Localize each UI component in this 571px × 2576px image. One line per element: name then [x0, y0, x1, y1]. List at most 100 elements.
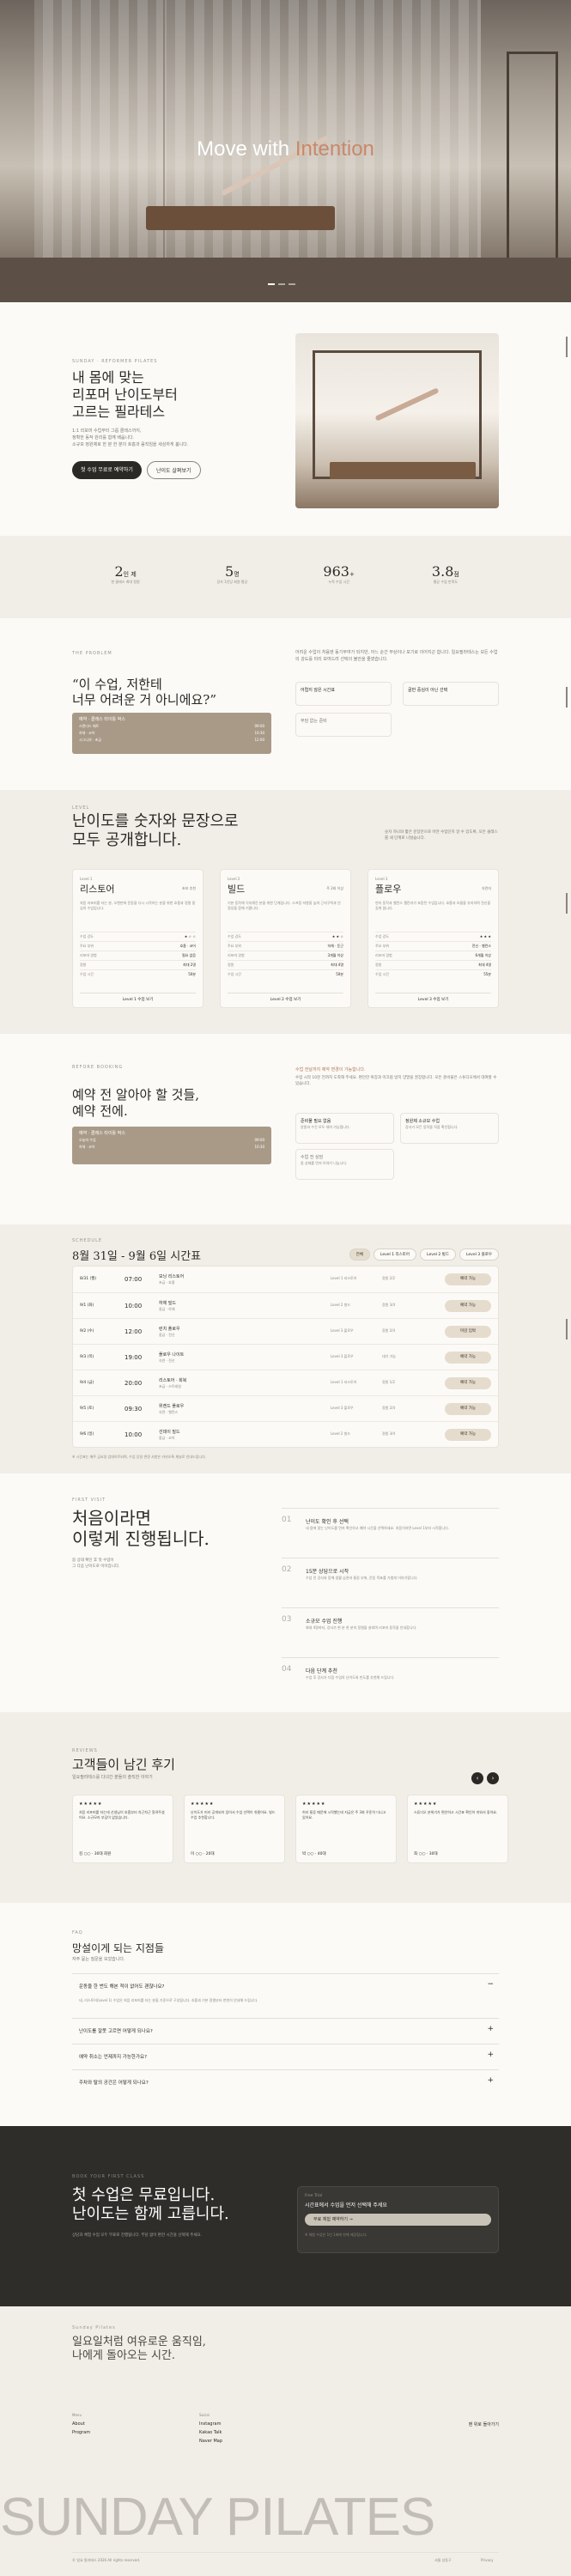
checklist-item-card: 정원제 소규모 수업 강사가 모든 동작을 직접 확인합니다. — [400, 1113, 499, 1144]
schedule-book-button[interactable]: 예약 가능 — [445, 1273, 491, 1285]
faq-item[interactable]: 운동을 한 번도 해본 적이 없어도 괜찮나요? − 네, 리스토어(Level 1… — [72, 1973, 499, 2018]
hero-dot[interactable] — [268, 283, 275, 285]
level-card-tag: 초보 추천 — [182, 886, 196, 890]
review-stars: ★★★★★ — [79, 1801, 103, 1807]
hero-dot[interactable] — [278, 283, 285, 285]
faq-item[interactable]: 주차와 탈의 공간은 어떻게 되나요? + — [72, 2069, 499, 2095]
process-heading: 처음이라면 이렇게 진행됩니다. — [72, 1508, 210, 1549]
book-free-trial-button[interactable]: 첫 수업 무료로 예약하기 — [72, 461, 142, 479]
schedule-row: 9/2 (수) 12:00 런치 플로우 중급 · 전신 Level 3 플로우 정원 2… — [73, 1318, 498, 1344]
process-eyebrow: First Visit — [72, 1498, 106, 1503]
process-step-number: 01 — [282, 1516, 292, 1524]
intro-buttons: 첫 수업 무료로 예약하기 난이도 살펴보기 — [72, 461, 201, 479]
reviews-prev-button[interactable]: ‹ — [471, 1772, 483, 1784]
schedule-time: 10:00 — [125, 1303, 143, 1309]
cta-card-label: Free Trial — [305, 2194, 323, 2198]
faq-eyebrow: FAQ — [72, 1930, 83, 1935]
reviews-next-button[interactable]: › — [487, 1772, 499, 1784]
process-step-desc: 내 몸에 맞는 난이도를 먼저 확인하고 예약 시간을 선택하세요. 처음이라면… — [306, 1526, 450, 1530]
schedule-class-sub: 초급 · 호흡 — [159, 1280, 175, 1285]
back-to-top-link[interactable]: 맨 위로 돌아가기 — [469, 2421, 499, 2427]
review-author: 이 ○○ · 20대 — [191, 1852, 215, 1856]
cta-eyebrow: Book your first class — [72, 2174, 145, 2179]
schedule-date: 9/6 (일) — [80, 1432, 94, 1437]
schedule-row: 8/31 (월) 07:00 모닝 리스토어 초급 · 호흡 Level 1 리스토어 정… — [73, 1267, 498, 1292]
cta-card-title: 시간표에서 수업을 먼저 선택해 주세요 — [305, 2202, 387, 2208]
schedule-filter-chip[interactable]: Level 2 빌드 — [420, 1249, 456, 1261]
schedule-class-sub: 초급 · 스트레칭 — [159, 1384, 181, 1388]
schedule-date: 9/2 (수) — [80, 1329, 94, 1334]
schedule-book-button[interactable]: 예약 가능 — [445, 1377, 491, 1389]
schedule-row: 9/4 (금) 20:00 리스토어 · 회복 초급 · 스트레칭 Level 1 리스… — [73, 1370, 498, 1395]
checklist-heading: 예약 전 알아야 할 것들, 예약 전에. — [72, 1087, 200, 1119]
level-card-footer-link[interactable]: Level 1 수업 보기 — [80, 993, 196, 1002]
schedule-note: ※ 시간표는 매주 금요일 업데이트되며, 수업 당일 변경 사항은 카카오톡 … — [72, 1455, 207, 1459]
schedule-filter-chip[interactable]: Level 1 리스토어 — [373, 1249, 417, 1261]
footer-link-about[interactable]: About — [72, 2421, 85, 2427]
cta-booking-card: Free Trial 시간표에서 수업을 먼저 선택해 주세요 무료 체험 예약… — [297, 2186, 499, 2253]
level-card-row: 수업 시간 50분 — [228, 969, 343, 979]
hero-dots — [268, 283, 295, 285]
process-step-title: 다음 단계 추천 — [306, 1668, 337, 1674]
schedule-book-button[interactable]: 마감 임박 — [445, 1326, 491, 1338]
faq-item[interactable]: 난이도를 잘못 고르면 어떻게 되나요? + — [72, 2018, 499, 2044]
level-card-row: 정원 최대 4명 — [375, 960, 491, 969]
schedule-capacity: 정원 3/4 — [382, 1303, 396, 1307]
review-text: 허리 통증 때문에 시작했는데 지금은 주 3회 꾸준히 다니고 있어요. — [302, 1810, 386, 1820]
scroll-indicator — [566, 893, 568, 914]
faq-item[interactable]: 예약 취소는 언제까지 가능한가요? + — [72, 2044, 499, 2069]
review-stars: ★★★★★ — [302, 1801, 326, 1807]
hero-reformer — [146, 206, 335, 230]
faq-toggle-icon[interactable]: − — [487, 1980, 494, 1989]
schedule-class-sub: 숙련 · 밸런스 — [159, 1410, 179, 1414]
schedule-level: Level 3 플로우 — [331, 1406, 354, 1410]
schedule-book-button[interactable]: 예약 가능 — [445, 1429, 491, 1441]
level-card: Level 2 빌드 주 2회 이상 기본 동작에 익숙해진 분을 위한 단계입니다.… — [220, 869, 351, 1008]
level-card-row: 수업 시간 50분 — [80, 969, 196, 979]
schedule-filter-chip[interactable]: Level 3 플로우 — [459, 1249, 499, 1261]
stat-item: 963+ 누적 수업 시간 — [323, 563, 355, 584]
level-card-row: 수업 시간 55분 — [375, 969, 491, 979]
schedule-class-name: 위켄드 플로우 — [159, 1404, 185, 1409]
footer-link-instagram[interactable]: Instagram — [199, 2421, 221, 2427]
schedule-filter-chip[interactable]: 전체 — [349, 1249, 370, 1261]
stat-item: 5명 강사 1인당 회원 평균 — [216, 563, 248, 584]
schedule-book-button[interactable]: 예약 가능 — [445, 1403, 491, 1415]
review-card: ★★★★★ 허리 통증 때문에 시작했는데 지금은 주 3회 꾸준히 다니고 있어… — [295, 1795, 397, 1863]
level-card-footer-link[interactable]: Level 2 수업 보기 — [228, 993, 343, 1002]
schedule-book-button[interactable]: 예약 가능 — [445, 1352, 491, 1364]
faq-toggle-icon[interactable]: + — [487, 2076, 494, 2085]
faq-list: 운동을 한 번도 해본 적이 없어도 괜찮나요? − 네, 리스토어(Level 1… — [72, 1973, 499, 2095]
footer-link-program[interactable]: Program — [72, 2430, 90, 2435]
process-step-number: 02 — [282, 1565, 292, 1574]
arrow-right-icon: → — [349, 2217, 353, 2222]
view-levels-button[interactable]: 난이도 살펴보기 — [146, 461, 201, 479]
schedule-time: 20:00 — [125, 1380, 143, 1387]
schedule-date: 9/1 (화) — [80, 1303, 94, 1308]
schedule-class-sub: 숙련 · 전신 — [159, 1358, 175, 1363]
footer-link-kakao[interactable]: Kakao Talk — [199, 2430, 222, 2435]
schedule-book-button[interactable]: 예약 가능 — [445, 1300, 491, 1312]
footer-privacy-link[interactable]: Privacy — [481, 2558, 493, 2563]
stats-row: 2인 제한 클래스 최대 정원 5명 강사 1인당 회원 평균 963+ 누적 수업… — [72, 563, 499, 598]
schedule-level: Level 3 플로우 — [331, 1328, 354, 1333]
footer-link-naver-map[interactable]: Naver Map — [199, 2439, 222, 2444]
level-card-row: 리포머 경험 3개월 이상 — [228, 951, 343, 960]
faq-question: 난이도를 잘못 고르면 어떻게 되나요? — [79, 2029, 153, 2034]
faq-toggle-icon[interactable]: + — [487, 2025, 494, 2033]
cta-book-button[interactable]: 무료 체험 예약하기 → — [305, 2214, 491, 2226]
scroll-indicator — [566, 337, 568, 357]
schedule-class-name: 하체 빌드 — [159, 1301, 176, 1306]
level-card-footer-link[interactable]: Level 3 수업 보기 — [375, 993, 491, 1002]
faq-toggle-icon[interactable]: + — [487, 2050, 494, 2059]
level-card-row: 정원 최대 2명 — [80, 960, 196, 969]
hero-title-start: Move with — [197, 137, 295, 161]
hero-dot[interactable] — [289, 283, 295, 285]
scroll-indicator — [566, 687, 568, 708]
checklist-notice-link[interactable]: 수업 전날까지 예약 변경이 가능합니다. — [295, 1066, 366, 1072]
problem-class-card: 예약 · 클래스 타이틀 박스 스탠다드 매트 09:00 하체 · 코어 10:3… — [72, 713, 271, 754]
scroll-indicator — [566, 1319, 568, 1340]
review-card: ★★★★★ 난이도가 미리 공개되어 있어서 수업 선택이 쉬웠어요. 빌드 수업… — [184, 1795, 285, 1863]
faq-question: 운동을 한 번도 해본 적이 없어도 괜찮나요? — [79, 1984, 165, 1990]
process-step: 03 소규모 수업 진행 최대 4명까지, 강사가 한 분 한 분의 정렬을 살피며… — [282, 1607, 499, 1657]
